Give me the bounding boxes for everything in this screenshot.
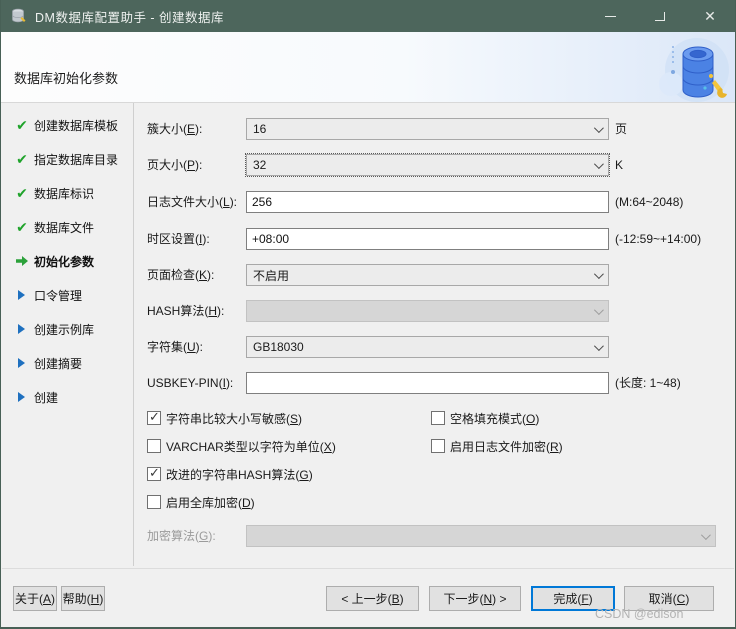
checkbox-full-db-encryption[interactable]: ✓ 启用全库加密(D) <box>147 494 255 510</box>
page-size-value: 32 <box>253 158 267 172</box>
encrypt-algorithm-label: 加密算法(G): <box>147 529 216 543</box>
checkbox-label: 空格填充模式(O) <box>450 411 540 426</box>
watermark: CSDN @edison <box>595 607 684 621</box>
charset-label: 字符集(U): <box>147 340 204 354</box>
title-bar: DM数据库配置助手 - 创建数据库 ✕ <box>1 0 735 32</box>
chevron-down-icon <box>593 341 604 352</box>
chevron-down-icon <box>593 159 604 170</box>
timezone-label: 时区设置(I): <box>147 232 210 246</box>
checkbox-space-padding[interactable]: ✓ 空格填充模式(O) <box>431 410 539 426</box>
page-check-label: 页面检查(K): <box>147 268 215 282</box>
app-database-icon <box>12 8 26 23</box>
wizard-header: 数据库初始化参数 <box>1 32 735 103</box>
next-button[interactable]: 下一步(N) > <box>429 586 521 611</box>
checkbox-log-file-encryption[interactable]: ✓ 启用日志文件加密(R) <box>431 438 563 454</box>
log-file-size-label: 日志文件大小(L): <box>147 195 238 209</box>
checkbox-label: 字符串比较大小写敏感(S) <box>166 411 303 426</box>
encrypt-algorithm-select <box>246 525 716 547</box>
usbkey-pin-range: (长度: 1~48) <box>615 376 681 390</box>
window-title: DM数据库配置助手 - 创建数据库 <box>35 10 225 25</box>
checkbox-label: 启用日志文件加密(R) <box>450 439 563 454</box>
hash-algorithm-label: HASH算法(H): <box>147 304 225 318</box>
cluster-size-label: 簇大小(E): <box>147 122 203 136</box>
chevron-down-icon <box>700 530 711 541</box>
checkbox-improved-hash[interactable]: ✓ 改进的字符串HASH算法(G) <box>147 465 313 482</box>
restore-button[interactable] <box>635 0 685 32</box>
minimize-button[interactable] <box>585 0 635 32</box>
chevron-down-icon <box>593 269 604 280</box>
checkbox-icon: ✓ <box>147 465 161 481</box>
hash-algorithm-select <box>246 300 609 322</box>
log-file-size-input[interactable] <box>246 191 609 213</box>
close-icon: ✕ <box>704 8 716 24</box>
cluster-size-value: 16 <box>253 122 267 136</box>
back-button[interactable]: < 上一步(B) <box>326 586 419 611</box>
page-size-select[interactable]: 32 <box>245 153 610 177</box>
dialog-window: DM数据库配置助手 - 创建数据库 ✕ 数据库初始化参数 ✔ 创建数据库模板 ✔… <box>0 0 736 629</box>
charset-select[interactable]: GB18030 <box>246 336 609 358</box>
chevron-down-icon <box>593 305 604 316</box>
timezone-range: (-12:59~+14:00) <box>615 232 702 246</box>
minimize-icon <box>604 15 616 17</box>
about-button[interactable]: 关于(A) <box>13 586 57 611</box>
timezone-input[interactable] <box>246 228 609 250</box>
checkbox-case-sensitive[interactable]: ✓ 字符串比较大小写敏感(S) <box>147 409 303 426</box>
page-check-value: 不启用 <box>253 268 290 283</box>
page-size-label: 页大小(P): <box>147 158 203 172</box>
checkbox-icon: ✓ <box>431 411 445 425</box>
checkbox-icon: ✓ <box>147 495 161 509</box>
charset-value: GB18030 <box>253 340 304 354</box>
close-button[interactable]: ✕ <box>685 0 735 32</box>
checkbox-label: 改进的字符串HASH算法(G) <box>166 467 313 482</box>
restore-icon <box>655 11 665 21</box>
checkbox-icon: ✓ <box>431 439 445 453</box>
chevron-down-icon <box>593 123 604 134</box>
cluster-size-select[interactable]: 16 <box>246 118 609 140</box>
checkbox-varchar-char-unit[interactable]: ✓ VARCHAR类型以字符为单位(X) <box>147 438 336 454</box>
page-size-unit: K <box>615 158 624 172</box>
log-file-size-range: (M:64~2048) <box>615 195 684 209</box>
usbkey-pin-label: USBKEY-PIN(I): <box>147 376 234 390</box>
checkbox-label: VARCHAR类型以字符为单位(X) <box>166 439 336 454</box>
checkbox-icon: ✓ <box>147 439 161 453</box>
footer-divider <box>2 568 734 569</box>
checkbox-label: 启用全库加密(D) <box>166 495 255 510</box>
checkbox-icon: ✓ <box>147 409 161 425</box>
help-button[interactable]: 帮助(H) <box>61 586 105 611</box>
database-illustration-icon <box>659 38 729 102</box>
page-title: 数据库初始化参数 <box>14 71 119 86</box>
init-params-form: 簇大小(E): 16 页 页大小(P): 32 K 日志文件大小(L): (M:… <box>1 103 735 566</box>
cluster-size-unit: 页 <box>615 122 628 136</box>
wizard-body: ✔ 创建数据库模板 ✔ 指定数据库目录 ✔ 数据库标识 ✔ 数据库文件 初始化参… <box>1 103 735 566</box>
page-check-select[interactable]: 不启用 <box>246 264 609 286</box>
usbkey-pin-input[interactable] <box>246 372 609 394</box>
